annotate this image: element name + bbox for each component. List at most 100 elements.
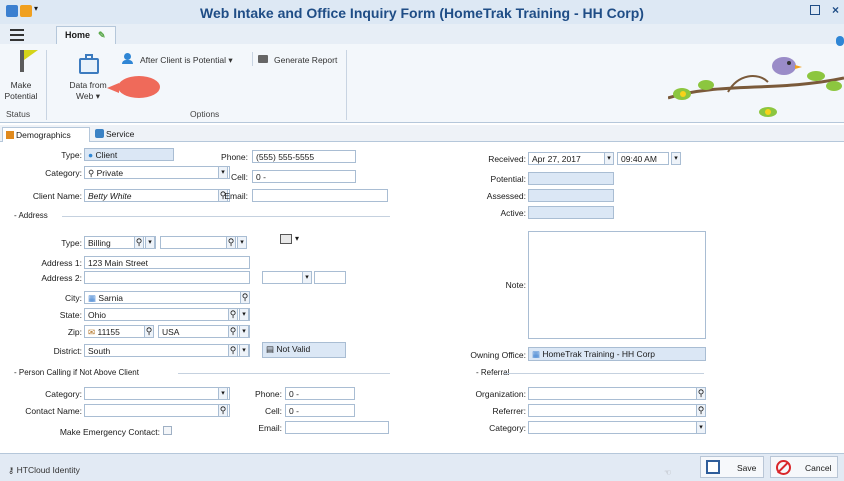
search-icon[interactable]: ⚲ [228,308,238,321]
note-label: Note: [505,280,526,290]
chevron-down-icon[interactable]: ▾ [696,421,706,434]
owning-office-field: ▦ HomeTrak Training - HH Corp [528,347,706,361]
assessed-label: Assessed: [486,191,526,201]
potential-label: Potential: [490,174,526,184]
office-icon: ▦ [532,349,541,359]
chevron-down-icon[interactable]: ▾ [239,308,249,321]
addr-type-label: Type: [61,238,82,248]
search-icon[interactable]: ⚲ [228,325,238,338]
pin-icon[interactable]: ✎ [98,30,106,40]
ribbon-separator [346,50,347,120]
active-label: Active: [500,208,526,218]
tab-demographics-label: Demographics [16,130,71,140]
user-icon [124,53,131,60]
ribbon-tabs-row [0,24,844,44]
data-from-web-handle [85,54,93,59]
make-potential-label-1: Make [10,80,32,90]
ref-category-label: Category: [489,423,526,433]
data-from-web-button[interactable]: Data from Web ▾ [64,80,112,102]
zip-label: Zip: [67,327,82,337]
address1-label: Address 1: [41,258,82,268]
search-icon[interactable]: ⚲ [696,387,706,400]
cancel-button[interactable]: Cancel [770,456,838,478]
tab-demographics[interactable]: Demographics [2,127,90,142]
owning-office-label: Owning Office: [470,350,526,360]
active-field [528,206,614,219]
note-textarea[interactable] [528,231,706,339]
received-time-field[interactable]: 09:40 AM [617,152,669,165]
envelope-icon[interactable] [280,234,292,244]
referral-divider [504,373,704,374]
callout-marker [118,76,160,98]
ref-category-select[interactable] [528,421,706,434]
data-from-web-icon [79,58,99,74]
chevron-down-icon[interactable]: ▾ [295,234,299,243]
received-label: Received: [488,154,526,164]
chevron-down-icon: ▾ [95,91,100,101]
ribbon-separator [46,50,47,120]
zip-field[interactable]: ✉ 11155 [84,325,152,338]
state-field[interactable]: Ohio [84,308,250,321]
restore-icon[interactable] [810,5,820,15]
close-icon[interactable]: × [832,3,839,17]
chevron-down-icon[interactable]: ▾ [239,325,249,338]
search-icon[interactable]: ⚲ [144,325,154,338]
search-icon[interactable]: ⚲ [240,291,250,304]
help-icon[interactable] [836,36,844,46]
group-options-label: Options [190,109,220,119]
make-potential-label-2: Potential [4,91,38,101]
identity-label: HTCloud Identity [16,465,80,475]
chevron-down-icon[interactable]: ▾ [671,152,681,165]
city-value: Sarnia [98,293,123,303]
chevron-down-icon: ▾ [228,55,233,65]
menu-icon[interactable] [10,29,24,41]
chevron-down-icon[interactable]: ▾ [237,236,247,249]
person-calling-title: Person Calling if Not Above Client [18,368,139,377]
branch-bird-decoration [668,57,844,117]
search-icon[interactable]: ⚲ [134,236,144,249]
tab-service[interactable]: Service [92,127,152,142]
organization-label: Organization: [475,389,526,399]
received-date-field[interactable]: Apr 27, 2017 [528,152,614,165]
referrer-label: Referrer: [492,406,526,416]
printer-icon [258,55,268,63]
service-icon [95,129,104,138]
address1-field[interactable]: 123 Main Street [84,256,250,269]
window-title: Web Intake and Office Inquiry Form (Home… [200,5,644,21]
city-field[interactable]: ▦ Sarnia [84,291,250,304]
data-from-label-1: Data from [69,80,107,90]
save-button[interactable]: Save [700,456,764,478]
assessed-field [528,189,614,202]
identity-link[interactable]: ⚷ HTCloud Identity [8,465,80,476]
search-icon[interactable]: ⚲ [696,404,706,417]
organization-field[interactable] [528,387,706,400]
group-status-label: Status [6,109,31,119]
referrer-field[interactable] [528,404,706,417]
person-calling-divider [178,373,390,374]
state-label: State: [59,310,82,320]
user-icon-body [122,60,133,64]
tab-service-label: Service [106,129,135,139]
chevron-down-icon[interactable]: ▾ [145,236,155,249]
save-label: Save [737,463,757,473]
demographics-icon [6,131,14,139]
after-client-label: After Client is Potential [140,55,226,65]
after-client-potential-dropdown[interactable]: After Client is Potential ▾ [140,55,233,66]
generate-report-button[interactable]: Generate Report [274,55,337,65]
ribbon-separator [252,52,253,66]
person-calling-group-label: - Person Calling if Not Above Client [14,368,139,377]
search-icon[interactable]: ⚲ [226,236,236,249]
data-from-label-2: Web [76,91,94,101]
cancel-label: Cancel [805,463,832,473]
make-potential-button[interactable]: Make Potential [0,80,42,102]
city-label: City: [65,293,82,303]
key-icon: ⚷ [8,465,15,475]
potential-field [528,172,614,185]
hand-pointer-icon: ☜ [664,468,672,477]
chevron-down-icon[interactable]: ▾ [604,152,614,165]
tab-home[interactable]: Home ✎ [56,26,116,44]
flag-icon [24,50,38,60]
city-icon: ▦ [88,293,97,303]
zip-icon: ✉ [88,327,96,337]
save-icon [706,460,720,474]
